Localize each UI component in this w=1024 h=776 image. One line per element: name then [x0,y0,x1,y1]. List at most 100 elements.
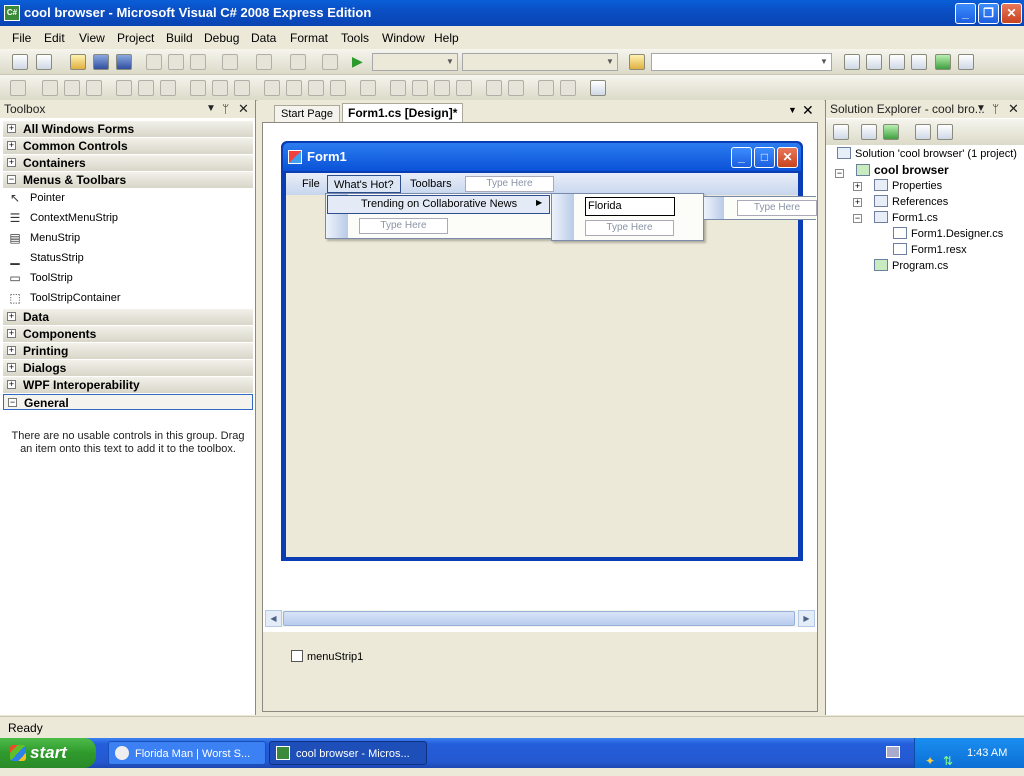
menu-help[interactable]: Help [434,31,459,45]
form-menu-whats-hot[interactable]: What's Hot? [327,175,401,193]
vertical-spacing-icon[interactable] [360,80,376,96]
find-in-files-icon[interactable] [629,54,645,70]
start-button[interactable]: start [0,738,96,768]
expand-properties-icon[interactable]: + [853,182,862,191]
tree-node-form1-cs[interactable]: Form1.cs [874,210,938,226]
close-icon[interactable]: ✕ [802,102,814,119]
component-menustrip1[interactable]: menuStrip1 [307,651,363,663]
form1-title-bar[interactable]: Form1 _ □ ✕ [283,143,801,171]
toolbox-group-components[interactable]: + Components [3,326,253,342]
form-menu-type-here[interactable]: Type Here [465,176,554,192]
center-horizontally-icon[interactable] [486,80,502,96]
tab-order-icon[interactable] [590,80,606,96]
make-vertical-spacing-equal-icon[interactable] [390,80,406,96]
restore-button[interactable]: ❐ [978,3,999,24]
make-same-height-icon[interactable] [212,80,228,96]
redo-icon[interactable] [256,54,272,70]
minimize-button[interactable]: _ [955,3,976,24]
toolbox-item-menustrip[interactable]: ▤ MenuStrip [8,229,80,247]
submenu1-type-here[interactable]: Type Here [359,218,448,234]
chevron-down-icon[interactable]: ▼ [788,105,797,115]
pin-icon[interactable]: ᛘ [222,100,229,118]
tray-network-icon[interactable]: ⇅ [943,746,953,776]
close-button[interactable]: ✕ [1001,3,1022,24]
bring-to-front-icon[interactable] [538,80,554,96]
toolbox-group-containers[interactable]: + Containers [3,155,253,171]
keyboard-icon[interactable] [886,746,900,758]
collapse-form1-icon[interactable]: − [853,214,862,223]
make-same-size-icon[interactable] [234,80,250,96]
toolbox-group-general[interactable]: − General [3,394,253,410]
window-title-bar[interactable]: C# cool browser - Microsoft Visual C# 20… [0,0,1024,26]
save-all-icon[interactable] [116,54,132,70]
align-centers-icon[interactable] [64,80,80,96]
taskbar-item-visual-csharp[interactable]: cool browser - Micros... [269,741,427,765]
tree-node-project[interactable]: cool browser [856,162,949,178]
save-icon[interactable] [93,54,109,70]
tray-app-icon[interactable]: ✦ [925,746,935,776]
increase-vertical-spacing-icon[interactable] [412,80,428,96]
view-code-icon[interactable] [915,124,931,140]
solution-explorer-icon[interactable] [866,54,882,70]
scrollbar-thumb[interactable] [283,611,795,626]
show-all-files-icon[interactable] [861,124,877,140]
refresh-icon[interactable] [883,124,899,140]
send-to-back-icon[interactable] [560,80,576,96]
toolbox-item-contextmenustrip[interactable]: ☰ ContextMenuStrip [8,209,118,227]
start-debugging-icon[interactable]: ▶ [352,53,363,70]
make-same-width-icon[interactable] [190,80,206,96]
tree-node-form1-resx[interactable]: Form1.resx [893,242,967,258]
toolbox-item-toolstrip[interactable]: ▭ ToolStrip [8,269,72,287]
navigate-forward-icon[interactable] [322,54,338,70]
tab-form1-design[interactable]: Form1.cs [Design]* [342,103,464,122]
menu-edit[interactable]: Edit [44,31,65,45]
find-combo[interactable]: ▼ [651,53,832,71]
chevron-down-icon[interactable]: ▼ [206,100,216,118]
solution-platform-combo[interactable]: ▼ [462,53,618,71]
menu-tools[interactable]: Tools [341,31,369,45]
align-lefts-icon[interactable] [42,80,58,96]
scroll-left-icon[interactable]: ◀ [265,610,282,627]
submenu3-type-here[interactable]: Type Here [737,200,817,216]
tree-node-program-cs[interactable]: Program.cs [874,258,948,274]
close-icon[interactable]: ✕ [238,100,249,118]
menu-item-edit-input[interactable]: Florida [585,197,675,216]
align-rights-icon[interactable] [86,80,102,96]
solution-configuration-combo[interactable]: ▼ [372,53,458,71]
clock[interactable]: 1:43 AM [967,738,1007,768]
toolbox-group-data[interactable]: + Data [3,309,253,325]
paste-icon[interactable] [190,54,206,70]
toolbox-item-statusstrip[interactable]: ▁ StatusStrip [8,249,83,267]
start-page-icon[interactable] [958,54,974,70]
tree-node-properties[interactable]: Properties [874,178,942,194]
form-menu-toolbars[interactable]: Toolbars [404,175,458,193]
properties-window-icon[interactable] [889,54,905,70]
expand-references-icon[interactable]: + [853,198,862,207]
toolbox-item-pointer[interactable]: ↖ Pointer [8,189,65,207]
align-to-grid-icon[interactable] [10,80,26,96]
open-icon[interactable] [70,54,86,70]
remove-horizontal-spacing-icon[interactable] [330,80,346,96]
toolbox-item-toolstripcontainer[interactable]: ⬚ ToolStripContainer [8,289,120,307]
toolbox-group-printing[interactable]: + Printing [3,343,253,359]
tree-node-references[interactable]: References [874,194,948,210]
menu-file[interactable]: File [12,31,31,45]
undo-icon[interactable] [222,54,238,70]
new-project-icon[interactable] [12,54,28,70]
menu-view[interactable]: View [79,31,105,45]
object-browser-icon[interactable] [911,54,927,70]
toolbox-empty-message[interactable]: There are no usable controls in this gro… [8,430,248,456]
tab-start-page[interactable]: Start Page [274,105,340,122]
menu-debug[interactable]: Debug [204,31,239,45]
find-icon[interactable] [844,54,860,70]
horizontal-spacing-icon[interactable] [264,80,280,96]
tree-node-form1-designer-cs[interactable]: Form1.Designer.cs [893,226,1003,242]
menu-window[interactable]: Window [382,31,425,45]
menu-item-trending[interactable]: Trending on Collaborative News ▶ [327,195,550,214]
remove-vertical-spacing-icon[interactable] [456,80,472,96]
align-tops-icon[interactable] [116,80,132,96]
form-menustrip[interactable]: File What's Hot? Toolbars Type Here [286,173,798,195]
properties-icon[interactable] [833,124,849,140]
toolbox-icon[interactable] [935,54,951,70]
chevron-down-icon[interactable]: ▼ [976,100,986,118]
